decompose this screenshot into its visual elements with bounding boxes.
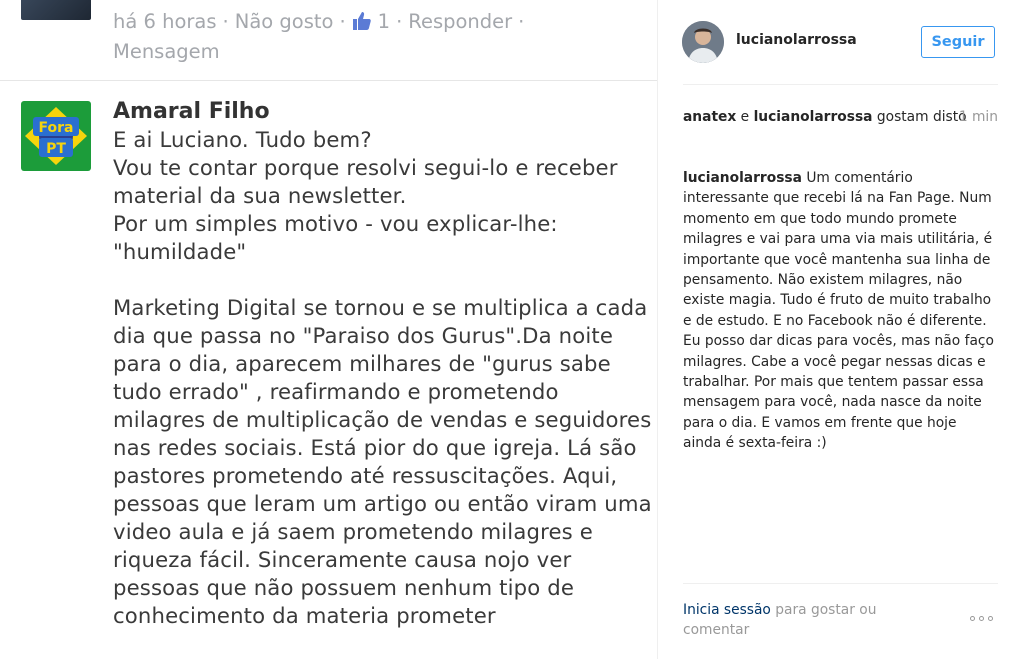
previous-comment-meta: há 6 horas · Não gosto · 1 · Responder · Mensag… <box>113 10 525 63</box>
previous-comment-avatar <box>21 0 91 20</box>
liker-2[interactable]: lucianolarrossa <box>754 109 873 125</box>
header-divider <box>683 84 998 85</box>
comment-block: Amaral Filho E ai Luciano. Tudo bem? Vou… <box>113 98 653 630</box>
caption-text: Um comentário interessante que recebi lá… <box>683 170 994 452</box>
thumbs-up-icon <box>352 11 372 38</box>
avatar-text-line2: PT <box>46 141 66 157</box>
comment-time: há 6 horas <box>113 10 217 33</box>
login-link[interactable]: Inicia sessão <box>683 602 771 618</box>
username-link[interactable]: lucianolarrossa <box>736 32 857 48</box>
post-header: lucianolarrossa Seguir <box>658 0 1024 85</box>
caption-username[interactable]: lucianolarrossa <box>683 170 802 186</box>
commenter-avatar: Fora PT <box>21 101 91 171</box>
post-time[interactable]: 1 min <box>959 107 998 127</box>
comment-divider <box>0 80 657 81</box>
message-link[interactable]: Mensagem <box>113 40 220 63</box>
instagram-post-panel: lucianolarrossa Seguir anatex e lucianol… <box>658 0 1024 659</box>
avatar-text-line1: Fora <box>39 120 74 136</box>
like-count: 1 <box>377 10 391 33</box>
post-caption: lucianolarrossa Um comentário interessan… <box>683 168 998 454</box>
facebook-comment-image: há 6 horas · Não gosto · 1 · Responder · Mensag… <box>0 0 657 659</box>
footer-divider <box>683 583 998 584</box>
comment-text: E ai Luciano. Tudo bem? Vou te contar po… <box>113 127 652 628</box>
reply-link[interactable]: Responder <box>408 10 512 33</box>
more-options-icon[interactable] <box>970 613 998 623</box>
comment-author[interactable]: Amaral Filho <box>113 98 653 126</box>
follow-button[interactable]: Seguir <box>921 26 995 58</box>
dislike-link[interactable]: Não gosto <box>235 10 334 33</box>
likes-summary: anatex e lucianolarrossa gostam disto <box>683 109 967 125</box>
login-prompt: Inicia sessão para gostar ou comentar <box>683 602 877 638</box>
liker-1[interactable]: anatex <box>683 109 736 125</box>
user-avatar[interactable] <box>682 21 724 63</box>
